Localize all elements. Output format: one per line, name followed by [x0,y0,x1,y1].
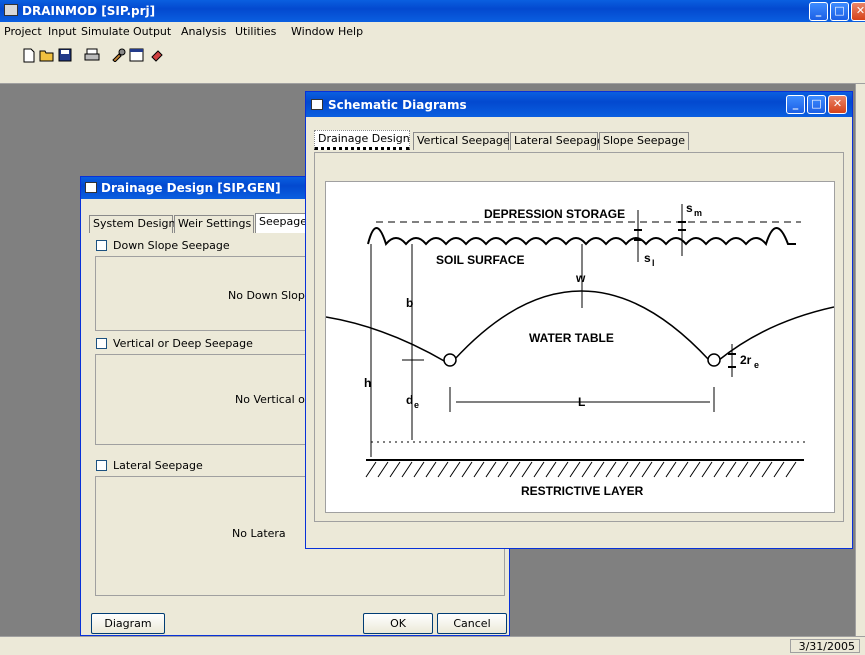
schematic-tab-page: DEPRESSION STORAGE SOIL SURFACE WATER TA… [314,152,844,522]
menu-simulate[interactable]: Simulate [81,25,130,38]
b-label: b [406,296,413,310]
vertical-seepage-checkbox[interactable] [96,338,107,349]
si-subscript: l [652,258,655,268]
schematic-svg: DEPRESSION STORAGE SOIL SURFACE WATER TA… [326,201,834,498]
down-slope-seepage-checkbox[interactable] [96,240,107,251]
water-table-curve-left [326,316,447,363]
print-icon[interactable] [83,48,100,65]
drainage-schematic-diagram: DEPRESSION STORAGE SOIL SURFACE WATER TA… [325,181,835,513]
tools-icon[interactable] [110,48,127,65]
de-label: d [406,393,413,407]
open-folder-icon[interactable] [38,48,55,65]
menu-window[interactable]: Window [291,25,334,38]
drainage-tab-strip: System Design Weir Settings Seepage [89,213,315,235]
dialog-icon [85,182,97,193]
close-icon[interactable]: ✕ [828,95,847,114]
maximize-icon[interactable]: □ [830,2,849,21]
schematic-dialog-title: Schematic Diagrams [328,98,467,112]
vertical-scrollbar[interactable] [855,84,865,636]
down-slope-message: No Down Slop [228,289,305,302]
ok-button[interactable]: OK [363,613,433,634]
app-icon [4,4,18,16]
menu-project[interactable]: Project [4,25,42,38]
minimize-icon[interactable]: _ [786,95,805,114]
tab-weir-settings[interactable]: Weir Settings [174,215,254,233]
status-bar: 3/31/2005 [0,636,865,655]
sm-label: s [686,201,693,215]
tab-slope-seepage[interactable]: Slope Seepage [599,132,689,150]
lateral-seepage-checkbox[interactable] [96,460,107,471]
water-table-curve-right [718,306,834,361]
toolbar [0,42,865,84]
lateral-seepage-message: No Latera [232,527,286,540]
re-label: 2r [740,353,752,367]
vertical-seepage-label: Vertical or Deep Seepage [113,337,253,350]
menu-help[interactable]: Help [338,25,363,38]
app-title-bar: DRAINMOD [SIP.prj] _ □ ✕ [0,0,865,22]
tab-drainage-design[interactable]: Drainage Design [314,130,410,150]
save-icon[interactable] [56,48,73,65]
w-label: w [575,271,586,285]
drain-pipe-left [443,353,457,367]
schematic-tab-strip: Drainage Design Vertical Seepage Lateral… [314,130,714,152]
status-date-panel: 3/31/2005 [790,639,860,653]
drain-pipe-right [707,353,721,367]
diagram-button[interactable]: Diagram [91,613,165,634]
eraser-icon[interactable] [148,48,165,65]
si-label: s [644,251,651,265]
re-subscript: e [754,360,759,370]
h-label: h [364,376,371,390]
de-subscript: e [414,400,419,410]
tab-vertical-seepage[interactable]: Vertical Seepage [413,132,510,150]
menu-analysis[interactable]: Analysis [181,25,226,38]
sm-subscript: m [694,208,702,218]
down-slope-seepage-label: Down Slope Seepage [113,239,230,252]
app-title: DRAINMOD [SIP.prj] [22,4,156,18]
restrictive-layer-label: RESTRICTIVE LAYER [521,484,644,498]
menu-utilities[interactable]: Utilities [235,25,276,38]
status-date: 3/31/2005 [798,640,855,653]
drainage-dialog-title: Drainage Design [SIP.GEN] [101,181,281,195]
close-icon[interactable]: ✕ [851,2,865,21]
water-table-label: WATER TABLE [529,331,614,345]
menu-bar: Project Input Simulate Output Analysis U… [0,22,865,42]
menu-output[interactable]: Output [133,25,171,38]
soil-surface-label: SOIL SURFACE [436,253,524,267]
lateral-seepage-label: Lateral Seepage [113,459,203,472]
minimize-icon[interactable]: _ [809,2,828,21]
tab-system-design[interactable]: System Design [89,215,176,233]
vertical-seepage-message: No Vertical or [235,393,310,406]
restrictive-layer-hatch [365,461,797,478]
soil-surface-line [367,227,796,247]
window-icon[interactable] [128,48,145,65]
L-label: L [578,395,585,409]
depression-storage-label: DEPRESSION STORAGE [484,207,625,221]
new-file-icon[interactable] [20,48,37,65]
schematic-dialog-title-bar: Schematic Diagrams _ □ ✕ [306,92,852,117]
maximize-icon[interactable]: □ [807,95,826,114]
schematic-diagrams-dialog: Schematic Diagrams _ □ ✕ Drainage Design… [305,91,853,549]
dialog-icon [311,99,323,110]
menu-input[interactable]: Input [48,25,76,38]
cancel-button[interactable]: Cancel [437,613,507,634]
tab-lateral-seepage[interactable]: Lateral Seepage [510,132,604,150]
